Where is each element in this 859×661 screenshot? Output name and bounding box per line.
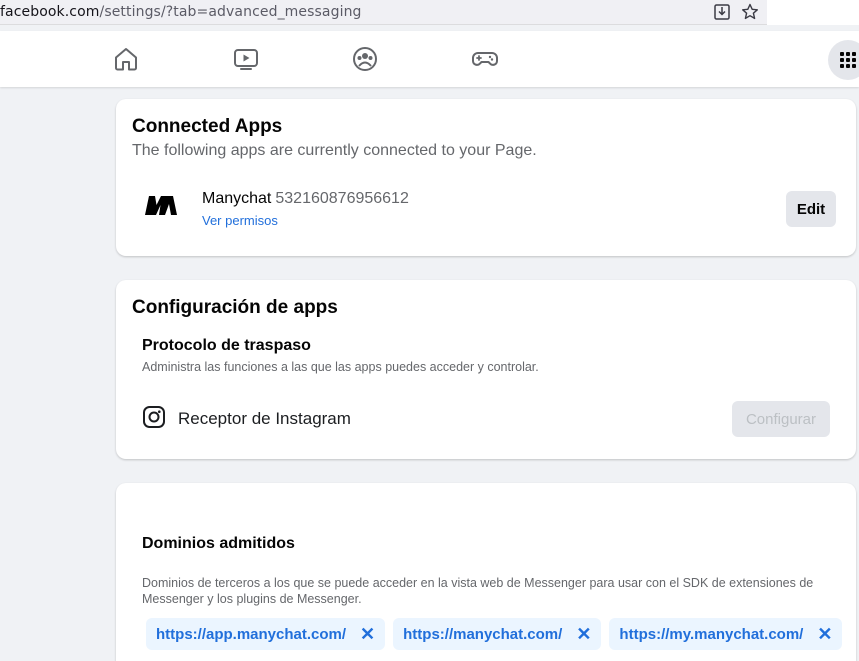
groups-icon[interactable] <box>351 45 379 73</box>
browser-url-bar[interactable]: facebook.com/settings/?tab=advanced_mess… <box>0 0 767 25</box>
configure-button[interactable]: Configurar <box>732 401 830 437</box>
handover-protocol-title: Protocolo de traspaso <box>142 337 311 354</box>
remove-domain-icon[interactable]: ✕ <box>576 625 591 643</box>
watch-video-icon[interactable] <box>232 45 260 73</box>
menu-grid-icon <box>840 52 856 68</box>
url-path: /settings/?tab=advanced_messaging <box>99 4 362 20</box>
remove-domain-icon[interactable]: ✕ <box>817 625 832 643</box>
connected-apps-title: Connected Apps <box>132 116 283 137</box>
app-configuration-card: Configuración de apps Protocolo de trasp… <box>116 280 856 459</box>
domain-chip-list: https://app.manychat.com/ ✕ https://many… <box>146 618 843 650</box>
allowed-domains-title: Dominios admitidos <box>142 535 295 552</box>
connected-apps-subtitle: The following apps are currently connect… <box>132 142 537 159</box>
edit-button[interactable]: Edit <box>786 191 836 227</box>
domain-chip: https://my.manychat.com/ ✕ <box>609 618 843 650</box>
domain-chip: https://manychat.com/ ✕ <box>393 618 602 650</box>
app-configuration-title: Configuración de apps <box>132 297 338 318</box>
remove-domain-icon[interactable]: ✕ <box>360 625 375 643</box>
bookmark-star-icon[interactable] <box>740 2 760 22</box>
allowed-domains-desc: Dominios de terceros a los que se puede … <box>142 576 814 606</box>
allowed-domains-card: Dominios admitidos Dominios de terceros … <box>116 483 856 661</box>
url-text[interactable]: facebook.com/settings/?tab=advanced_mess… <box>0 4 362 20</box>
download-icon[interactable] <box>712 2 732 22</box>
domain-chip-label: https://my.manychat.com/ <box>619 625 804 643</box>
connected-apps-card: Connected Apps The following apps are cu… <box>116 99 856 256</box>
menu-button[interactable] <box>828 40 859 80</box>
domain-chip-label: https://manychat.com/ <box>403 625 563 643</box>
view-permissions-link[interactable]: Ver permisos <box>202 213 278 228</box>
app-name-row: Manychat 532160876956612 <box>202 190 409 208</box>
app-name: Manychat <box>202 190 272 207</box>
toolbar-space <box>767 0 859 25</box>
handover-protocol-desc: Administra las funciones a las que las a… <box>142 360 539 374</box>
domain-chip-label: https://app.manychat.com/ <box>156 625 347 643</box>
gaming-icon[interactable] <box>471 45 499 73</box>
app-id: 532160876956612 <box>275 190 409 207</box>
instagram-receiver-label: Receptor de Instagram <box>178 409 351 428</box>
top-navigation <box>0 31 859 87</box>
domain-chip: https://app.manychat.com/ ✕ <box>146 618 386 650</box>
home-icon[interactable] <box>112 45 140 73</box>
manychat-logo-icon <box>145 196 177 215</box>
url-host: facebook.com <box>0 4 100 20</box>
instagram-icon <box>143 406 165 428</box>
